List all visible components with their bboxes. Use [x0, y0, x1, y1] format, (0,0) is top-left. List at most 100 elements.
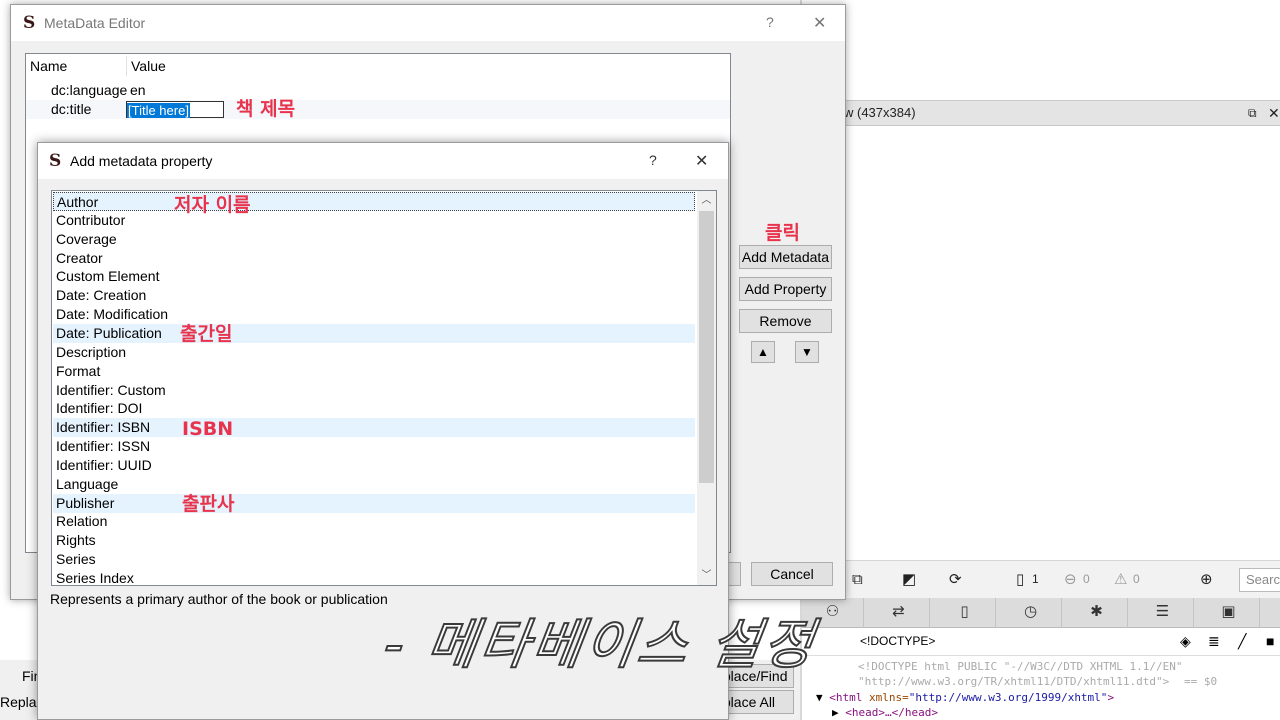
property-list-item[interactable]: Coverage [53, 230, 695, 249]
tab-console[interactable]: ▣ [1198, 598, 1260, 628]
clock-icon: ◷ [1023, 603, 1038, 620]
property-list-item[interactable]: Publisher [53, 493, 695, 513]
column-name-header[interactable]: Name [30, 58, 67, 74]
help-button[interactable]: ? [649, 152, 657, 168]
property-list-item[interactable]: Identifier: UUID [53, 456, 695, 475]
tab-timelines[interactable]: ◷ [1000, 598, 1062, 628]
inspector-toolbar: ⧉ ◩ ⟳ ▯ 1 ⊖ 0 ⚠ 0 ⊕ Search [802, 560, 1280, 598]
close-panel-icon[interactable]: ✕ [1268, 101, 1280, 125]
html-node[interactable]: ▼ <html xmlns="http://www.w3.org/1999/xh… [816, 691, 1114, 704]
html-attr: xmlns= [869, 691, 909, 704]
expand-down-icon[interactable]: ▼ [816, 691, 823, 704]
property-list[interactable]: Author Contributor Coverage Creator Custom E… [51, 190, 717, 586]
scroll-up-icon[interactable]: ︿ [697, 192, 716, 209]
expand-right-icon[interactable]: ▶ [832, 706, 839, 719]
eye-icon[interactable]: ◈ [1180, 628, 1191, 654]
head-tag: <head>…</head> [845, 706, 938, 719]
property-list-item[interactable]: Author [53, 192, 695, 211]
tab-network[interactable]: ⇄ [868, 598, 930, 628]
page-icon: ▯ [1016, 571, 1025, 588]
caption-overlay: - 메타베이스 설정 [379, 612, 821, 677]
row-value: en [130, 82, 146, 98]
preview-panel-title: w (437x384) [844, 105, 916, 120]
tab-add[interactable]: + [1264, 598, 1280, 628]
down-arrow-icon: ▼ [801, 345, 813, 359]
up-arrow-icon: ▲ [757, 345, 769, 359]
annotation-isbn: ISBN [182, 418, 234, 440]
property-list-item[interactable]: Date: Publication [53, 323, 695, 343]
property-list-item[interactable]: Identifier: ISSN [53, 437, 695, 456]
add-property-button[interactable]: Add Property [739, 277, 832, 301]
property-list-item[interactable]: Language [53, 475, 695, 494]
property-list-item[interactable]: Identifier: DOI [53, 399, 695, 418]
property-list-item[interactable]: Format [53, 362, 695, 381]
vertical-scrollbar[interactable]: ︿ ﹀ [697, 191, 716, 585]
add-dialog-title: Add metadata property [70, 153, 213, 169]
annotation-book-title: 책 제목 [236, 98, 296, 120]
move-up-button[interactable]: ▲ [751, 341, 775, 363]
fullscreen-icon[interactable]: ◩ [902, 571, 916, 589]
property-list-item[interactable]: Creator [53, 249, 695, 268]
tab-debugger[interactable]: ✱ [1066, 598, 1128, 628]
help-button[interactable]: ? [766, 14, 774, 30]
console-icon: ▣ [1221, 603, 1236, 620]
property-list-item[interactable]: Date: Creation [53, 286, 695, 305]
property-list-item[interactable]: Custom Element [53, 267, 695, 286]
column-separator [126, 56, 127, 76]
target-icon[interactable]: ⊕ [1200, 571, 1213, 589]
property-list-item[interactable]: Identifier: Custom [53, 381, 695, 400]
windows-icon[interactable]: ⧉ [852, 571, 863, 589]
html-open-tag: <html [829, 691, 863, 704]
metadata-editor-titlebar: S MetaData Editor ? ✕ [11, 5, 845, 41]
reload-icon[interactable]: ⟳ [949, 571, 962, 589]
scroll-thumb[interactable] [699, 211, 714, 483]
property-list-item[interactable]: Date: Modification [53, 305, 695, 324]
property-list-item[interactable]: Rights [53, 531, 695, 550]
warnings-count: 0 [1133, 572, 1140, 586]
html-close-bracket: > [1107, 691, 1115, 704]
search-input[interactable]: Search [1239, 568, 1280, 592]
elements-breadcrumb-bar: <!DOCTYPE> ◈ ≣ ╱ ■ [802, 628, 1280, 656]
breadcrumb-doctype[interactable]: <!DOCTYPE> [860, 628, 935, 654]
property-list-item[interactable]: Contributor [53, 211, 695, 230]
property-description: Represents a primary author of the book … [50, 591, 388, 607]
errors-count: 0 [1083, 572, 1090, 586]
property-list-item[interactable]: Identifier: ISBN [53, 418, 695, 438]
head-node[interactable]: ▶ <head>…</head> [832, 706, 938, 719]
layers-icon[interactable]: ≣ [1208, 628, 1220, 654]
arrows-icon: ⇄ [892, 603, 905, 620]
dark-mode-icon[interactable]: ■ [1266, 628, 1274, 654]
annotation-author-name: 저자 이름 [174, 194, 251, 216]
scroll-down-icon[interactable]: ﹀ [697, 567, 716, 584]
close-button[interactable]: ✕ [813, 13, 826, 33]
metadata-row-language[interactable]: dc:language en [26, 81, 730, 100]
add-metadata-button[interactable]: Add Metadata [739, 245, 832, 269]
cancel-button[interactable]: Cancel [751, 562, 833, 586]
column-value-header[interactable]: Value [131, 58, 166, 74]
remove-button[interactable]: Remove [739, 309, 832, 333]
warning-icon: ⚠ [1114, 571, 1128, 588]
move-down-button[interactable]: ▼ [795, 341, 819, 363]
float-panel-icon[interactable]: ⧉ [1248, 101, 1257, 125]
annotation-pub-date: 출간일 [180, 323, 233, 345]
row-name: dc:title [51, 101, 92, 117]
close-button[interactable]: ✕ [695, 151, 708, 171]
brush-icon[interactable]: ╱ [1238, 628, 1246, 654]
tab-resources[interactable]: ▯ [934, 598, 996, 628]
metadata-row-title[interactable]: dc:title [Title here] [26, 100, 730, 119]
inspector-tabs: ⚇ ⇄ ▯ ◷ ✱ ☰ ▣ + [802, 598, 1280, 628]
metadata-editor-title: MetaData Editor [44, 15, 146, 31]
sigil-logo-icon: S [23, 13, 36, 33]
property-list-item[interactable]: Description [53, 343, 695, 362]
tab-storage[interactable]: ☰ [1132, 598, 1194, 628]
sigil-logo-icon: S [49, 151, 62, 171]
title-value-input[interactable]: [Title here] [126, 101, 224, 118]
selected-marker: == $0 [1184, 675, 1218, 688]
property-list-item[interactable]: Series Index [53, 569, 695, 585]
database-icon: ☰ [1155, 603, 1170, 620]
tree-icon: ⚇ [825, 603, 840, 620]
property-list-item[interactable]: Series [53, 550, 695, 569]
doctype-line-2: "http://www.w3.org/TR/xhtml11/DTD/xhtml1… [858, 675, 1170, 688]
property-list-item[interactable]: Relation [53, 512, 695, 531]
row-name: dc:language [51, 82, 128, 98]
